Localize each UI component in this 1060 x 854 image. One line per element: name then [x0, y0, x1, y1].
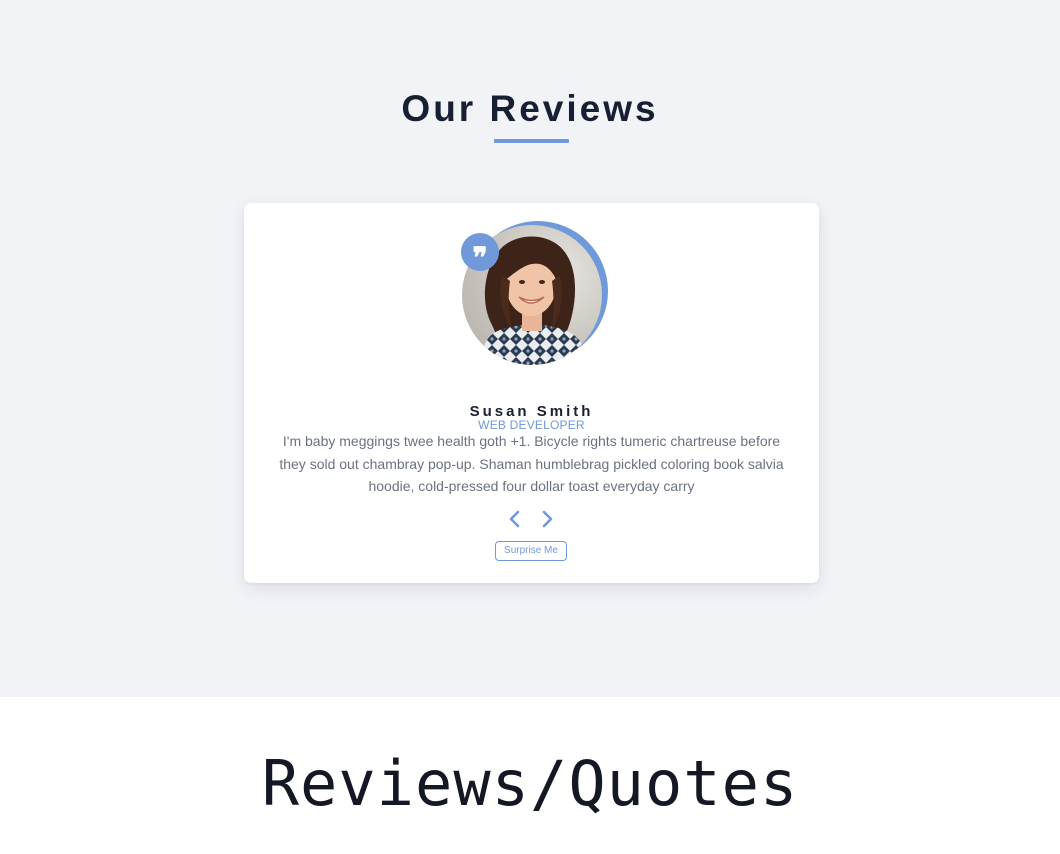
review-section: Our Reviews ❞ Susan Smith WEB DEVELOPER …	[0, 0, 1060, 697]
caption-title: Reviews/Quotes	[261, 747, 799, 820]
prev-button[interactable]	[504, 508, 526, 530]
surprise-me-button[interactable]: Surprise Me	[495, 541, 567, 561]
title-underline	[494, 139, 569, 143]
section-title: Our Reviews	[401, 88, 659, 129]
chevron-right-icon	[542, 510, 553, 528]
review-card: ❞ Susan Smith WEB DEVELOPER I'm baby meg…	[244, 203, 819, 583]
review-text: I'm baby meggings twee health goth +1. B…	[279, 433, 784, 494]
next-button[interactable]	[536, 508, 558, 530]
quote-icon: ❞	[461, 233, 499, 274]
chevron-left-icon	[509, 510, 520, 528]
